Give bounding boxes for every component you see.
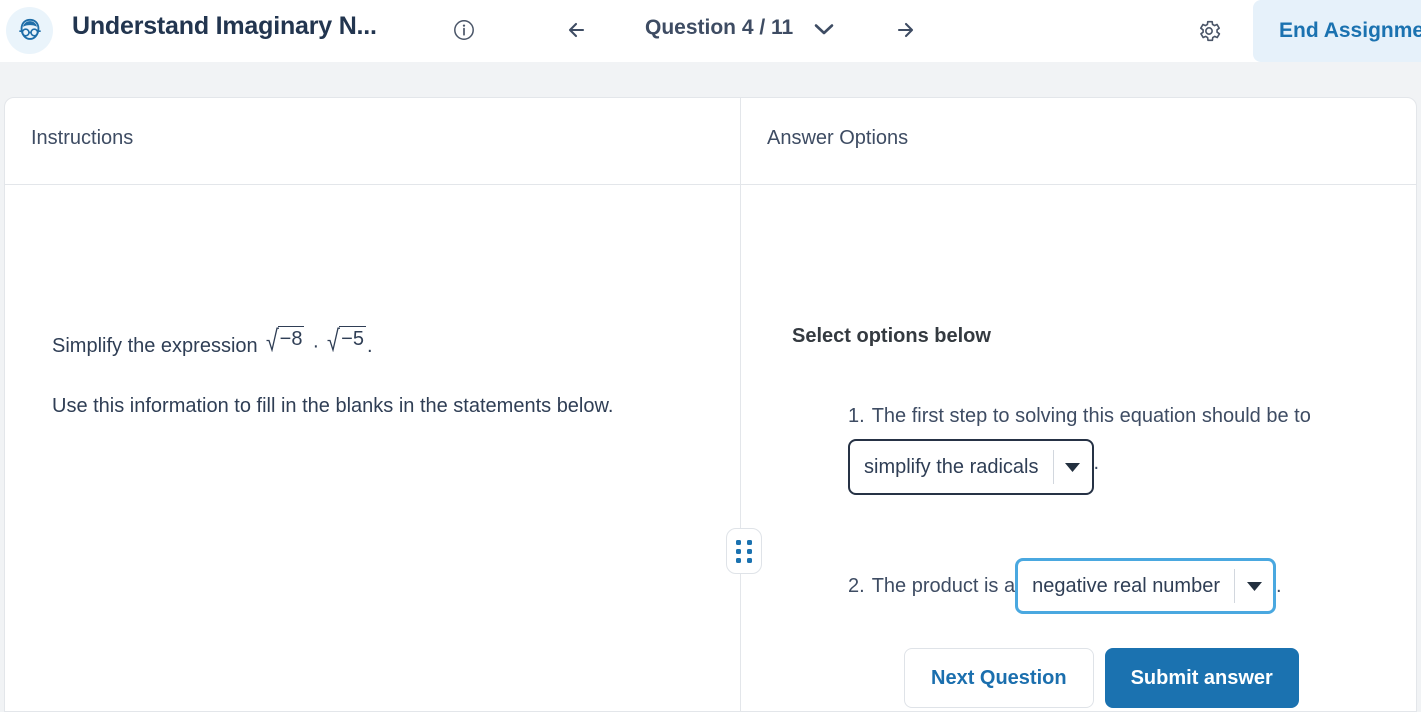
submit-answer-button[interactable]: Submit answer [1104,648,1299,708]
statement-2-dropdown-value: negative real number [1032,575,1220,597]
statement-1: 1. The first step to solving this equati… [848,401,1408,495]
math-expression: −8 · −5 [265,326,367,362]
previous-question-button[interactable] [561,14,593,46]
avatar [6,7,53,54]
instructions-expression-line: Simplify the expression −8 · −5 . [52,326,373,362]
action-button-row: Next Question Submit answer [904,648,1299,708]
person-with-glasses-avatar-icon [18,18,41,40]
statement-1-dropdown[interactable]: simplify the radicals [848,439,1094,495]
handle-dot [746,557,752,563]
page-title: Understand Imaginary N... [72,12,377,40]
question-dropdown-button[interactable] [811,20,837,38]
square-root-2: −5 [327,326,366,352]
app-header: Understand Imaginary N... Question 4 / 1… [0,0,1421,62]
next-question-arrow-button[interactable] [889,14,921,46]
statement-1-period: . [1093,452,1100,474]
statement-2-dropdown[interactable]: negative real number [1015,558,1276,614]
answer-options-panel-title: Answer Options [767,127,909,149]
handle-dot [746,548,752,554]
instructions-secondary-text: Use this information to fill in the blan… [52,395,614,417]
statement-1-dropdown-value: simplify the radicals [864,456,1039,478]
square-root-1: −8 [266,326,305,352]
instructions-panel-title: Instructions [31,127,134,149]
statement-2-text: The product is a [871,575,1016,597]
handle-dot [735,539,741,545]
handle-dot [746,539,752,545]
chevron-down-icon [814,24,834,35]
question-card: Instructions Answer Options Simplify the… [4,97,1417,712]
statement-1-number: 1. [848,405,865,427]
arrow-left-icon [568,22,585,38]
multiplication-dot: · [312,335,320,357]
gear-icon [1199,20,1221,42]
instructions-panel: Simplify the expression −8 · −5 . Use th… [5,186,740,711]
statement-2-number: 2. [848,575,865,597]
panel-header-bar: Instructions Answer Options [5,98,1416,185]
handle-dot [735,548,741,554]
drag-dots-handle-icon [735,539,753,563]
statement-1-text: The first step to solving this equation … [871,405,1311,427]
caret-down-icon [1235,581,1273,592]
panel-resize-handle[interactable] [726,528,762,574]
settings-button[interactable] [1196,18,1222,44]
end-assignment-button[interactable]: End Assignment [1253,0,1421,62]
caret-down-icon [1054,462,1092,473]
answer-options-panel: Select options below 1. The first step t… [741,186,1416,711]
handle-dot [735,557,741,563]
radicand-1: −8 [277,326,305,350]
instructions-prefix-text: Simplify the expression [52,335,258,357]
radicand-2: −5 [339,326,366,350]
statement-2-period: . [1276,575,1282,597]
statement-2: 2. The product is a negative real number… [848,558,1408,614]
next-question-button[interactable]: Next Question [904,648,1094,708]
instructions-suffix-text: . [366,335,373,357]
arrow-right-icon [897,22,914,38]
info-circle-icon[interactable] [452,18,476,42]
question-counter[interactable]: Question 4 / 11 [645,16,793,40]
select-options-label: Select options below [792,325,991,347]
